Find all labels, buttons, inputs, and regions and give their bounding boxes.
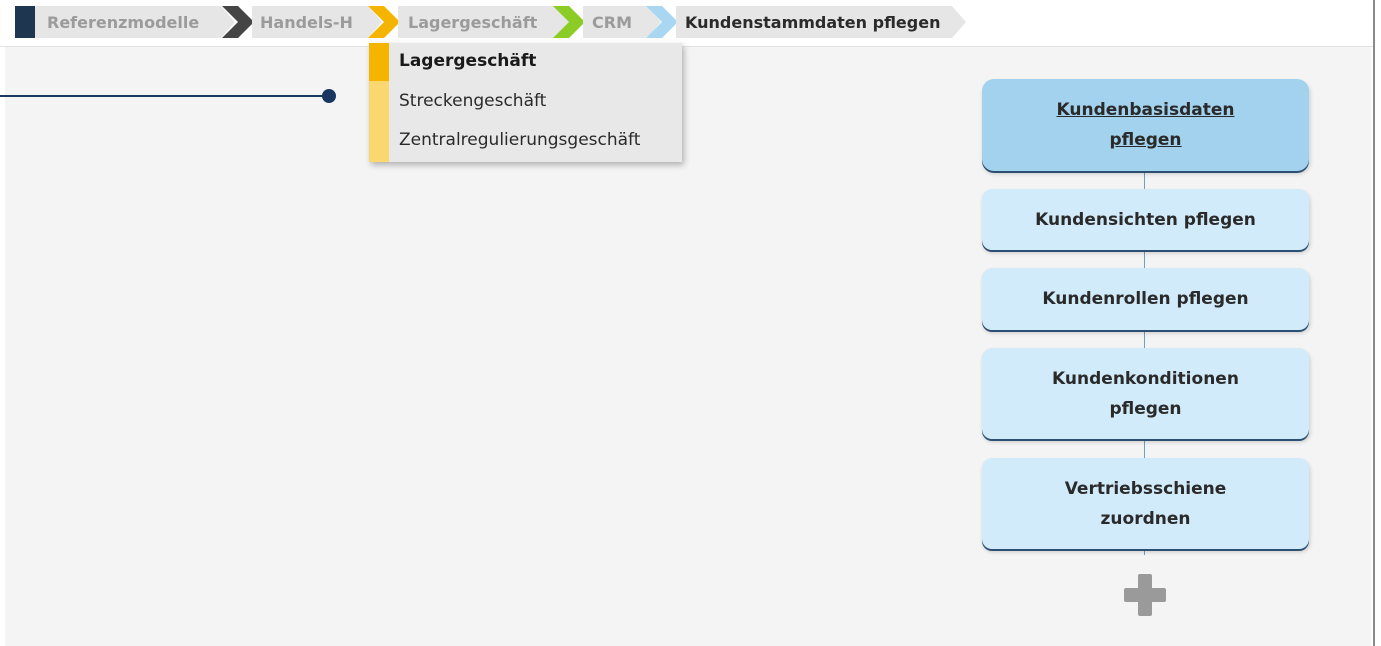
breadcrumb-label: Lagergeschäft <box>408 12 538 32</box>
dropdown-selected-marker <box>369 43 389 81</box>
process-step-kundenbasisdaten[interactable]: Kundenbasisdaten pflegen <box>982 79 1309 171</box>
window-border <box>1373 0 1381 646</box>
process-step-label: Kundensichten pflegen <box>1035 209 1256 230</box>
breadcrumb-dropdown-menu: Lagergeschäft Streckengeschäft Zentralre… <box>369 43 682 162</box>
breadcrumb-item-crm[interactable]: CRM <box>583 6 661 38</box>
process-step-kundenrollen[interactable]: Kundenrollen pflegen <box>982 268 1309 330</box>
process-step-label: Kundenbasisdaten pflegen <box>1056 100 1235 150</box>
dropdown-item-streckengeschaeft[interactable]: Streckengeschäft <box>399 91 546 111</box>
breadcrumb-item-referenzmodelle[interactable]: Referenzmodelle <box>35 6 235 38</box>
breadcrumb-item-kundenstammdaten[interactable]: Kundenstammdaten pflegen <box>676 6 966 38</box>
dropdown-item-lagergeschaeft[interactable]: Lagergeschäft <box>399 51 536 71</box>
connector-dot <box>322 89 336 103</box>
plus-icon-vertical <box>1138 574 1152 616</box>
breadcrumb-label: Handels-H <box>260 12 353 32</box>
breadcrumb: Referenzmodelle Handels-H Lagergeschäft … <box>0 0 1381 47</box>
breadcrumb-item-handels-h[interactable]: Handels-H <box>252 6 382 38</box>
breadcrumb-label: Referenzmodelle <box>47 12 200 32</box>
process-step-label: Vertriebsschiene zuordnen <box>1064 478 1227 529</box>
process-step-label: Kundenrollen pflegen <box>1042 289 1249 309</box>
process-step-label: Kundenkonditionen pflegen <box>1052 368 1239 419</box>
connector-line <box>0 95 328 97</box>
plus-icon[interactable] <box>1124 574 1166 616</box>
dropdown-item-zentralregulierungsgeschaeft[interactable]: Zentralregulierungsgeschäft <box>399 130 640 150</box>
breadcrumb-marker-referenzmodelle <box>15 6 35 38</box>
breadcrumb-label: CRM <box>592 12 632 32</box>
process-step-kundenkonditionen[interactable]: Kundenkonditionen pflegen <box>982 348 1309 439</box>
breadcrumb-label: Kundenstammdaten pflegen <box>685 12 941 32</box>
breadcrumb-item-lagergeschaeft[interactable]: Lagergeschäft <box>398 6 570 38</box>
process-step-vertriebsschiene[interactable]: Vertriebsschiene zuordnen <box>982 458 1309 549</box>
process-step-kundensichten[interactable]: Kundensichten pflegen <box>982 189 1309 250</box>
